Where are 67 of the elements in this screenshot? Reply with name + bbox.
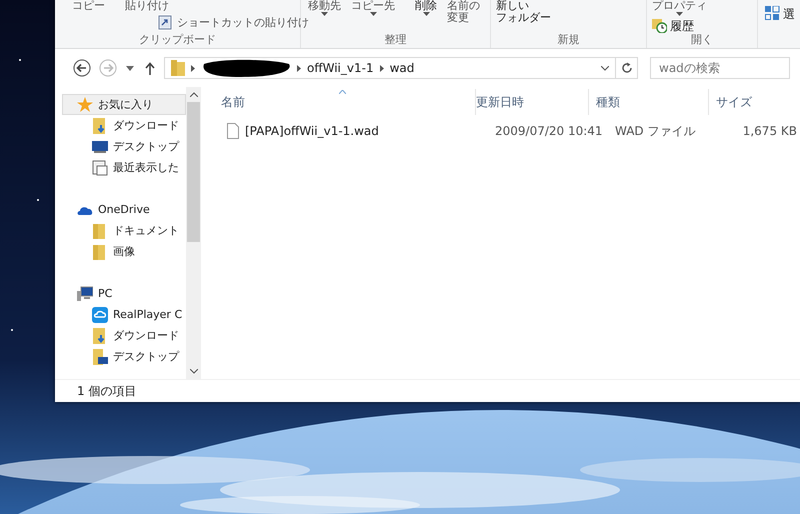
dropdown-icon[interactable]: [601, 66, 609, 70]
nav-item[interactable]: 画像: [62, 241, 186, 262]
column-header[interactable]: 名前: [213, 89, 476, 115]
nav-item[interactable]: ダウンロード: [62, 325, 186, 346]
item-count: 1 個の項目: [77, 382, 136, 400]
table-cell-text: 1,675 KB: [742, 124, 797, 138]
scrollbar[interactable]: [186, 87, 201, 379]
ribbon-button[interactable]: 貼り付け: [122, 0, 172, 12]
address-bar[interactable]: offWii_v1-1 wad: [164, 57, 616, 79]
nav-item[interactable]: PC: [62, 283, 186, 304]
ribbon-button[interactable]: 新しい フォルダー: [493, 0, 554, 24]
select-button[interactable]: 選: [762, 6, 798, 21]
scroll-down-icon[interactable]: [190, 369, 198, 374]
ribbon-button[interactable]: 名前の 変更: [444, 0, 483, 24]
computer-icon: [77, 286, 93, 302]
nav-item[interactable]: デスクトップ: [62, 136, 186, 157]
history-icon: [652, 18, 667, 33]
nav-item[interactable]: ドキュメント: [62, 220, 186, 241]
chevron-icon: [297, 64, 301, 72]
file-icon: [227, 123, 239, 139]
recent-places-icon: [92, 160, 108, 176]
table-cell-text: WAD ファイル: [615, 122, 696, 140]
monitor-icon: [92, 138, 108, 154]
up-arrow-icon[interactable]: [145, 62, 155, 74]
group-label: クリップボード: [138, 34, 217, 48]
column-header[interactable]: サイズ: [709, 89, 789, 115]
nav-item[interactable]: ダウンロード: [62, 115, 186, 136]
refresh-button[interactable]: [616, 57, 638, 79]
realplayer-icon: [92, 306, 108, 322]
history-button[interactable]: 履歴: [649, 18, 697, 33]
ribbon-button[interactable]: コピー: [69, 0, 108, 12]
group-label: 整理: [384, 34, 408, 48]
group-label: 開く: [690, 34, 714, 48]
folder-icon: [92, 244, 108, 260]
nav-item[interactable]: RealPlayer C: [62, 304, 186, 325]
file-row[interactable]: [PAPA]offWii_v1-1.wad 2009/07/20 10:41 WAD ファイル 1,675 KB: [213, 120, 800, 142]
paste-shortcut-button[interactable]: ショートカットの貼り付け: [155, 15, 312, 30]
nav-item[interactable]: OneDrive: [62, 199, 186, 220]
table-cell-text: [PAPA]offWii_v1-1.wad: [244, 124, 380, 138]
ribbon-button[interactable]: 削除: [412, 0, 440, 24]
download-folder-icon: [92, 328, 108, 344]
scroll-up-icon[interactable]: [190, 92, 198, 97]
download-folder-icon: [92, 118, 108, 134]
desktop-folder-icon: [92, 348, 108, 364]
nav-item[interactable]: 最近表示した: [62, 157, 186, 178]
breadcrumb[interactable]: offWii_v1-1: [307, 61, 374, 75]
group-label: 新規: [556, 34, 580, 48]
chevron-icon: [380, 64, 384, 72]
caret-icon[interactable]: [126, 66, 134, 70]
table-cell-text: 2009/07/20 10:41: [495, 124, 604, 138]
nav-item[interactable]: お気に入り: [62, 94, 186, 115]
column-header[interactable]: 更新日時: [469, 89, 589, 115]
star-icon: [77, 96, 93, 112]
folder-icon: [92, 222, 108, 238]
grid-icon: [765, 6, 780, 21]
ribbon-button[interactable]: コピー先: [348, 0, 398, 24]
back-button[interactable]: [72, 58, 92, 78]
search-field[interactable]: wadの検索: [650, 57, 790, 79]
refresh-icon: [620, 62, 632, 74]
breadcrumb[interactable]: wad: [390, 61, 414, 75]
folder-icon: [171, 60, 185, 76]
column-header[interactable]: 種類: [589, 89, 709, 115]
shortcut-icon: [158, 15, 173, 30]
ribbon-button[interactable]: プロパティ: [649, 0, 710, 16]
chevron-icon: [191, 64, 195, 72]
nav-item[interactable]: デスクトップ: [62, 346, 186, 367]
sort-caret-icon: [339, 90, 346, 94]
